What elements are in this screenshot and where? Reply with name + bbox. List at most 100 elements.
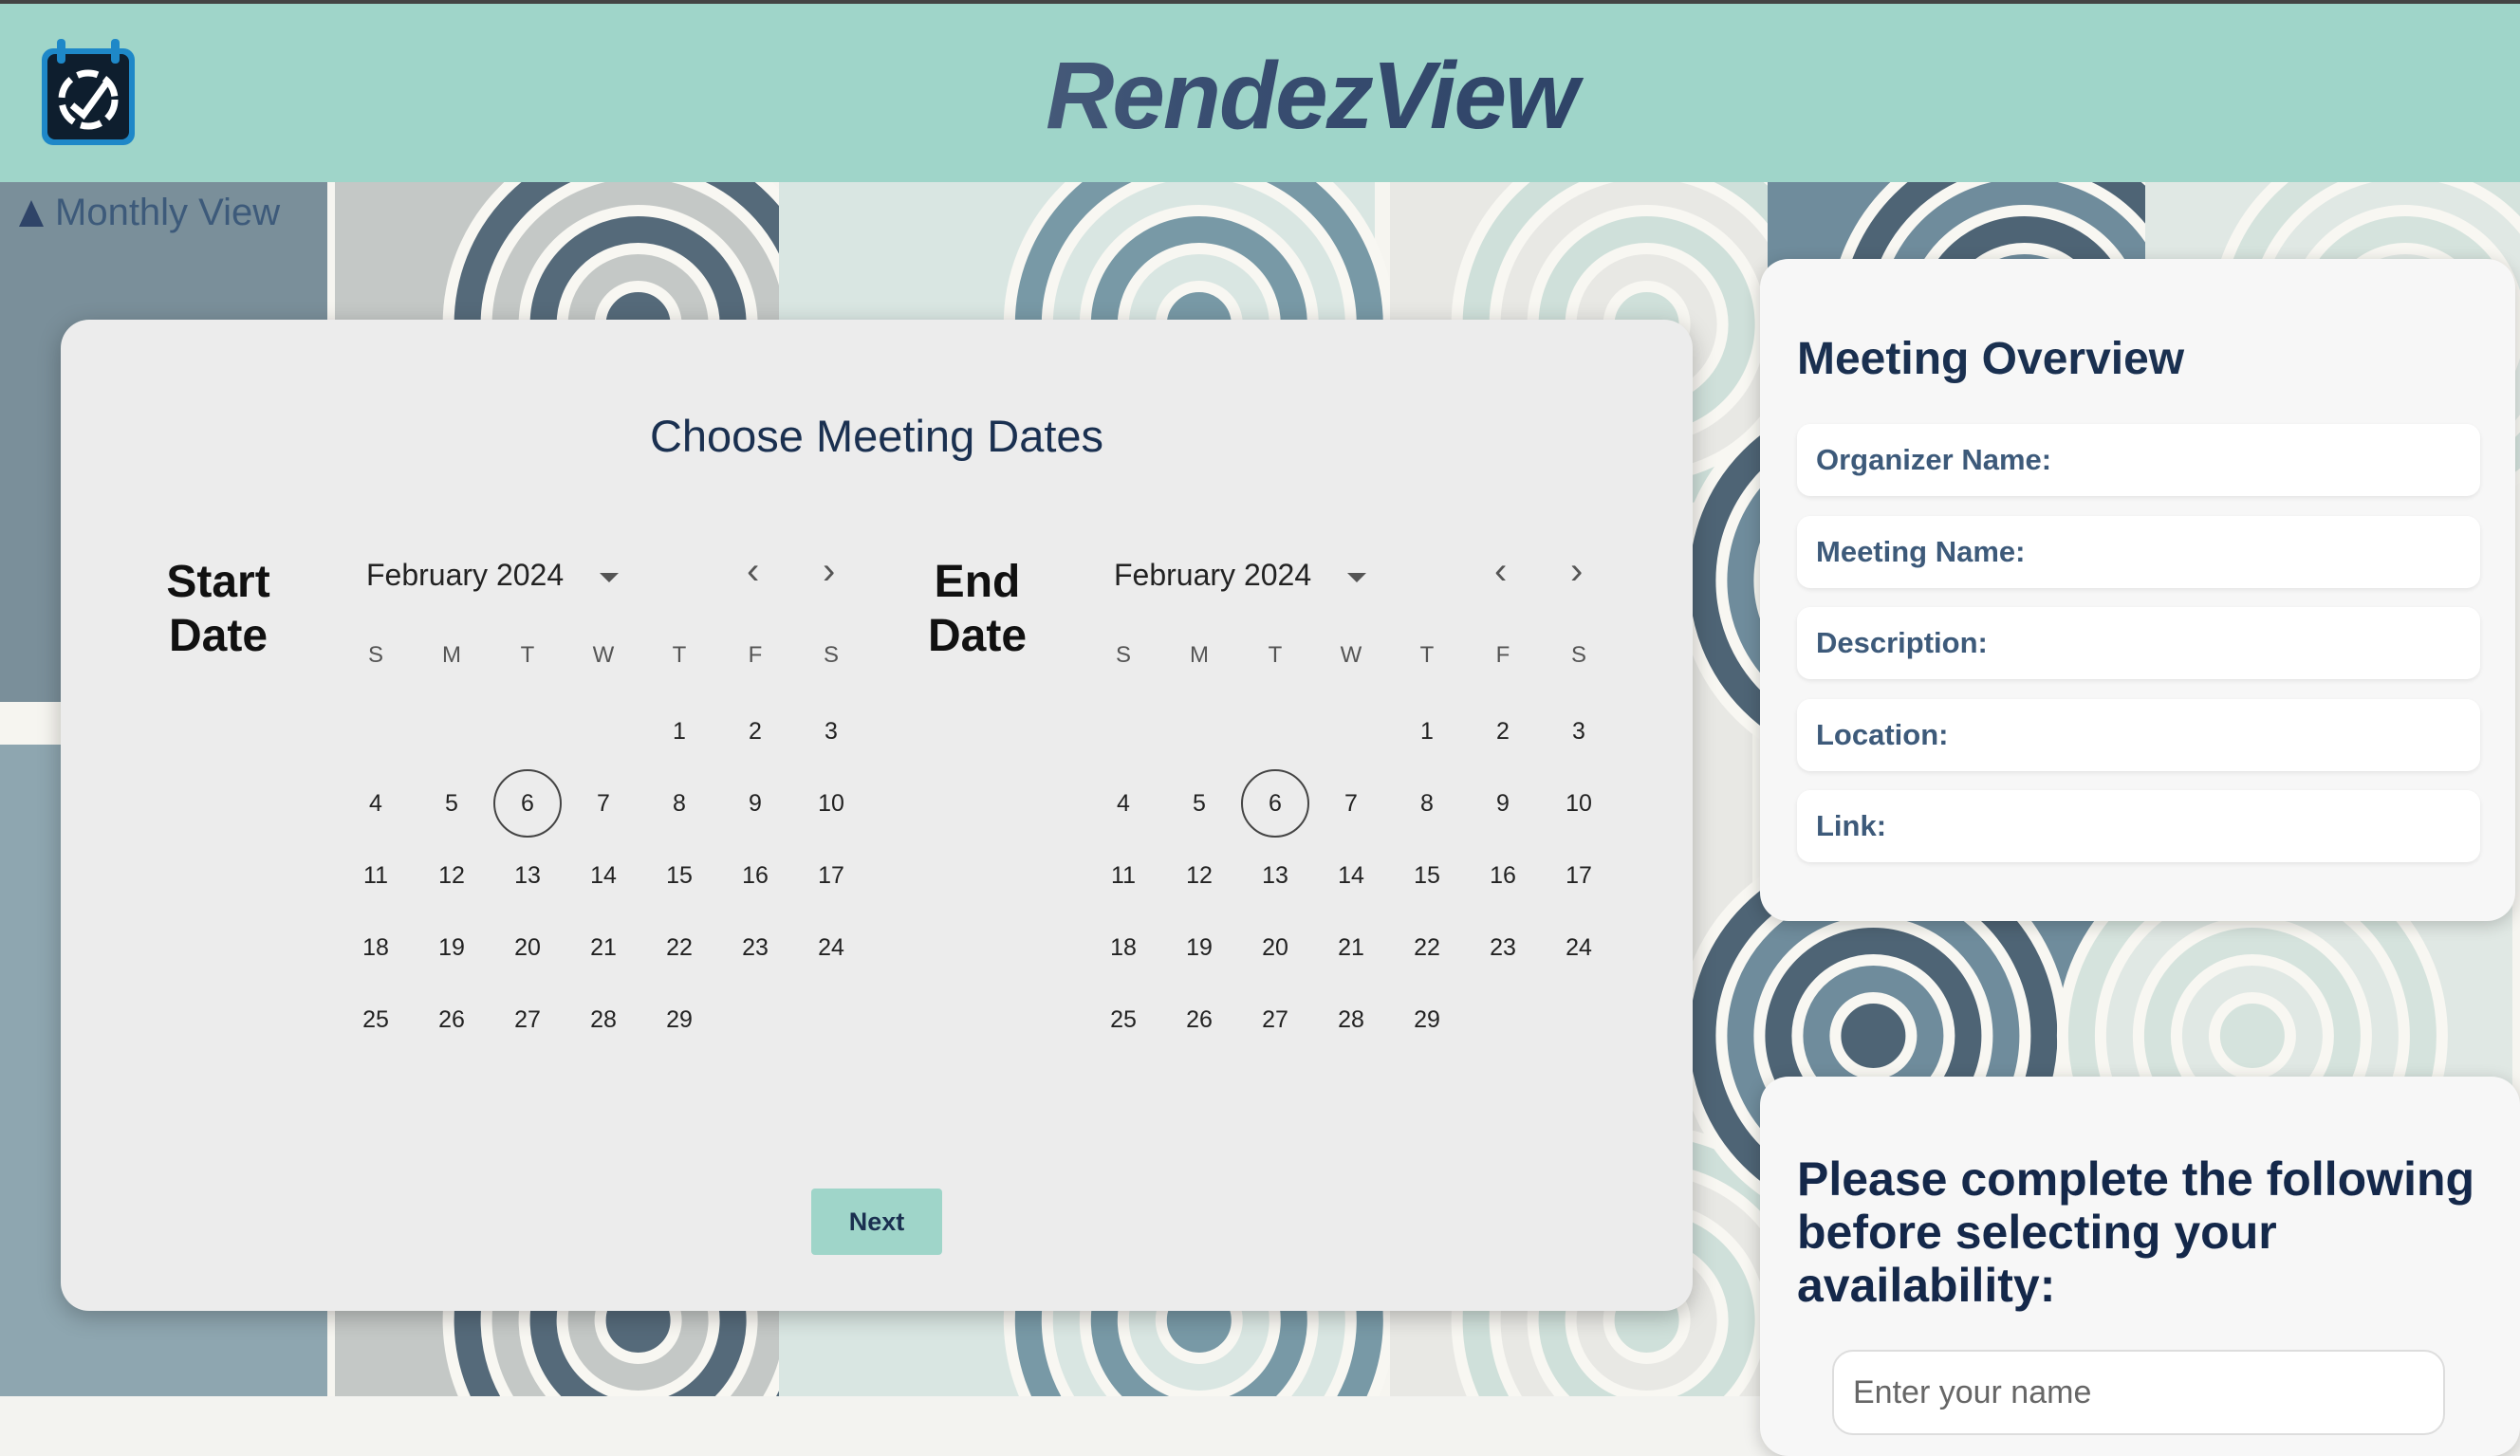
monthly-view-toggle[interactable]: Monthly View [19, 192, 280, 234]
day-24[interactable]: 24 [797, 913, 865, 982]
day-6[interactable]: 6 [1241, 769, 1309, 838]
day-19[interactable]: 19 [1165, 913, 1233, 982]
day-20[interactable]: 20 [1241, 913, 1309, 982]
day-10[interactable]: 10 [797, 769, 865, 838]
day-29[interactable]: 29 [645, 986, 713, 1054]
dropdown-arrow-icon[interactable] [1347, 573, 1366, 582]
next-month-icon[interactable]: › [1570, 552, 1583, 590]
availability-panel: Please complete the following before sel… [1760, 1077, 2520, 1456]
day-12[interactable]: 12 [1165, 841, 1233, 910]
meeting-overview-panel: Meeting Overview Organizer Name: Meeting… [1760, 259, 2515, 921]
prev-month-icon[interactable]: ‹ [1494, 552, 1507, 590]
prev-month-icon[interactable]: ‹ [747, 552, 759, 590]
weekday-header: T [520, 642, 535, 668]
day-23[interactable]: 23 [1469, 913, 1537, 982]
day-20[interactable]: 20 [493, 913, 562, 982]
day-15[interactable]: 15 [645, 841, 713, 910]
app-header: RendezView [0, 0, 2520, 182]
link-field: Link: [1797, 790, 2480, 862]
day-16[interactable]: 16 [721, 841, 789, 910]
day-11[interactable]: 11 [1089, 841, 1158, 910]
weekday-header: T [1419, 642, 1435, 668]
weekday-header: S [367, 642, 383, 668]
day-6[interactable]: 6 [493, 769, 562, 838]
day-16[interactable]: 16 [1469, 841, 1537, 910]
day-8[interactable]: 8 [645, 769, 713, 838]
day-21[interactable]: 21 [1317, 913, 1385, 982]
day-1[interactable]: 1 [1393, 697, 1461, 765]
day-4[interactable]: 4 [342, 769, 410, 838]
day-24[interactable]: 24 [1545, 913, 1613, 982]
weekday-header: F [1495, 642, 1510, 668]
triangle-up-icon [19, 199, 44, 227]
next-month-icon[interactable]: › [823, 552, 835, 590]
weekday-header: W [592, 642, 615, 668]
weekday-header: T [672, 642, 687, 668]
day-22[interactable]: 22 [645, 913, 713, 982]
day-13[interactable]: 13 [493, 841, 562, 910]
day-7[interactable]: 7 [569, 769, 638, 838]
weekday-header: M [442, 642, 461, 668]
day-25[interactable]: 25 [342, 986, 410, 1054]
day-18[interactable]: 18 [1089, 913, 1158, 982]
end-date-label: End Date [927, 557, 1028, 661]
organizer-name-field: Organizer Name: [1797, 424, 2480, 496]
month-year-label[interactable]: February 2024 [366, 558, 564, 593]
day-3[interactable]: 3 [797, 697, 865, 765]
start-date-label: Start Date [166, 557, 270, 661]
day-13[interactable]: 13 [1241, 841, 1309, 910]
day-2[interactable]: 2 [721, 697, 789, 765]
day-26[interactable]: 26 [1165, 986, 1233, 1054]
day-17[interactable]: 17 [797, 841, 865, 910]
monthly-view-label: Monthly View [55, 192, 281, 233]
day-26[interactable]: 26 [417, 986, 486, 1054]
card-title: Choose Meeting Dates [649, 411, 1104, 461]
day-28[interactable]: 28 [569, 986, 638, 1054]
overview-title: Meeting Overview [1797, 334, 2185, 384]
description-field: Description: [1797, 607, 2480, 679]
day-29[interactable]: 29 [1393, 986, 1461, 1054]
day-14[interactable]: 14 [569, 841, 638, 910]
day-23[interactable]: 23 [721, 913, 789, 982]
day-28[interactable]: 28 [1317, 986, 1385, 1054]
day-22[interactable]: 22 [1393, 913, 1461, 982]
day-19[interactable]: 19 [417, 913, 486, 982]
availability-instructions: Please complete the following before sel… [1797, 1152, 2475, 1312]
day-17[interactable]: 17 [1545, 841, 1613, 910]
day-27[interactable]: 27 [1241, 986, 1309, 1054]
weekday-header: T [1268, 642, 1283, 668]
dropdown-arrow-icon[interactable] [600, 573, 619, 582]
weekday-header: M [1190, 642, 1209, 668]
day-3[interactable]: 3 [1545, 697, 1613, 765]
day-15[interactable]: 15 [1393, 841, 1461, 910]
day-4[interactable]: 4 [1089, 769, 1158, 838]
day-14[interactable]: 14 [1317, 841, 1385, 910]
day-2[interactable]: 2 [1469, 697, 1537, 765]
weekday-header: F [748, 642, 763, 668]
day-18[interactable]: 18 [342, 913, 410, 982]
day-27[interactable]: 27 [493, 986, 562, 1054]
day-1[interactable]: 1 [645, 697, 713, 765]
app-title: RendezView [0, 42, 2520, 151]
next-button[interactable]: Next [811, 1189, 942, 1255]
day-11[interactable]: 11 [342, 841, 410, 910]
day-5[interactable]: 5 [1165, 769, 1233, 838]
month-year-label[interactable]: February 2024 [1114, 558, 1311, 593]
day-7[interactable]: 7 [1317, 769, 1385, 838]
day-9[interactable]: 9 [721, 769, 789, 838]
day-8[interactable]: 8 [1393, 769, 1461, 838]
meeting-name-field: Meeting Name: [1797, 516, 2480, 588]
day-21[interactable]: 21 [569, 913, 638, 982]
weekday-header: S [1570, 642, 1586, 668]
weekday-header: S [1115, 642, 1131, 668]
day-12[interactable]: 12 [417, 841, 486, 910]
location-field: Location: [1797, 699, 2480, 771]
day-10[interactable]: 10 [1545, 769, 1613, 838]
weekday-header: W [1340, 642, 1362, 668]
day-9[interactable]: 9 [1469, 769, 1537, 838]
choose-dates-card: Choose Meeting Dates Start Date End Date F… [61, 320, 1693, 1311]
name-input[interactable] [1832, 1350, 2445, 1435]
day-5[interactable]: 5 [417, 769, 486, 838]
weekday-header: S [823, 642, 839, 668]
day-25[interactable]: 25 [1089, 986, 1158, 1054]
